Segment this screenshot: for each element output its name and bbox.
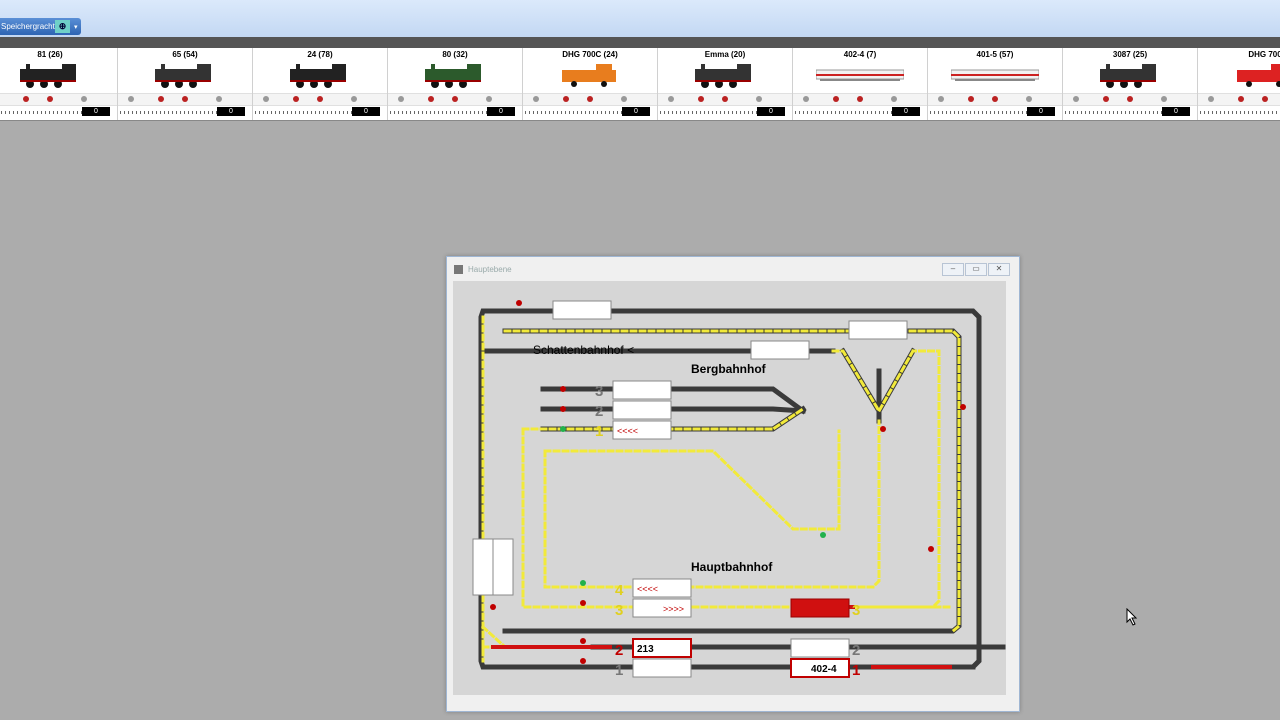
train-block-label: 213: [637, 644, 654, 655]
speed-slider[interactable]: 0: [120, 107, 248, 116]
main-track-number: 4: [615, 582, 624, 599]
loco-card[interactable]: DHG 700C (24) 0: [523, 48, 658, 120]
speed-value: 0: [217, 107, 245, 116]
shadow-station-label: Schattenbahnhof <: [533, 343, 634, 357]
locomotive-icon: [816, 69, 904, 81]
locomotive-icon: [562, 64, 616, 87]
loco-function-row[interactable]: [658, 93, 792, 106]
speed-slider[interactable]: 0: [390, 107, 518, 116]
window-title: Hauptebene: [468, 265, 512, 274]
berg-track-number: 3: [595, 383, 603, 400]
speed-slider[interactable]: 0: [525, 107, 653, 116]
loco-function-row[interactable]: [253, 93, 387, 106]
speed-value: 0: [352, 107, 380, 116]
loco-function-row[interactable]: [0, 93, 117, 106]
loco-card[interactable]: 80 (32) 0: [388, 48, 523, 120]
main-track-number: 3: [615, 602, 623, 619]
locomotive-icon: [290, 64, 346, 88]
loco-name: 65 (54): [172, 50, 198, 59]
speed-slider[interactable]: 0: [930, 107, 1058, 116]
loco-name: 402-4 (7): [843, 50, 877, 59]
locomotive-icon: [20, 64, 76, 88]
speed-value: 0: [622, 107, 650, 116]
loco-card[interactable]: 65 (54) 0: [118, 48, 253, 120]
speed-value: 0: [892, 107, 920, 116]
berg-track-number: 2: [595, 403, 603, 420]
locomotive-icon: [425, 64, 481, 88]
locomotive-bar: 81 (26) 0 65 (54) 0 24 (78) 0 80 (32) 0 DHG 700C…: [0, 48, 1280, 121]
loco-function-row[interactable]: [1198, 93, 1280, 106]
save-button-label: Speichergracht: [1, 22, 55, 31]
close-button[interactable]: ✕: [988, 263, 1010, 276]
track-layout-canvas[interactable]: Schattenbahnhof < Bergbahnhof Hauptbahnh…: [453, 281, 1006, 695]
locomotive-icon: [155, 64, 211, 88]
main-track-number: 3: [852, 602, 860, 619]
loco-card[interactable]: 401-5 (57) 0: [928, 48, 1063, 120]
loco-name: 80 (32): [442, 50, 468, 59]
loco-name: DHG 700C (24): [562, 50, 618, 59]
speed-value: 0: [757, 107, 785, 116]
train-block-label: 402-4: [811, 664, 837, 675]
loco-function-row[interactable]: [388, 93, 522, 106]
loco-name: DHG 700: [1248, 50, 1280, 59]
minimize-button[interactable]: –: [942, 263, 964, 276]
loco-function-row[interactable]: [118, 93, 252, 106]
loco-function-row[interactable]: [1063, 93, 1197, 106]
loco-card[interactable]: 81 (26) 0: [0, 48, 118, 120]
loco-function-row[interactable]: [928, 93, 1062, 106]
speed-icon: ⊕: [55, 20, 70, 33]
main-track-number: 1: [852, 662, 860, 679]
loco-function-row[interactable]: [793, 93, 927, 106]
loco-card[interactable]: 24 (78) 0: [253, 48, 388, 120]
loco-name: 401-5 (57): [976, 50, 1014, 59]
locomotive-icon: [951, 69, 1039, 81]
main-track-number: 2: [852, 642, 860, 659]
maximize-button[interactable]: ▭: [965, 263, 987, 276]
loco-card[interactable]: Emma (20) 0: [658, 48, 793, 120]
speed-slider[interactable]: 0: [660, 107, 788, 116]
route-arrows: <<<<: [637, 584, 658, 594]
speed-value: 0: [487, 107, 515, 116]
berg-track-number: 1: [595, 423, 603, 440]
locomotive-icon: [695, 64, 751, 88]
speed-slider[interactable]: 0: [1065, 107, 1193, 116]
mountain-station-label: Bergbahnhof: [691, 362, 767, 376]
locomotive-icon: [1100, 64, 1156, 88]
loco-name: 3087 (25): [1112, 50, 1148, 59]
loco-name: 24 (78): [307, 50, 333, 59]
speed-slider[interactable]: 0: [795, 107, 923, 116]
route-arrows: >>>>: [663, 604, 684, 614]
speed-slider[interactable]: 0: [0, 107, 113, 116]
speed-value: 0: [82, 107, 110, 116]
loco-function-row[interactable]: [523, 93, 657, 106]
loco-card[interactable]: DHG 700 0: [1198, 48, 1280, 120]
top-toolbar: Speichergracht ⊕ ▾: [0, 0, 1280, 37]
mouse-cursor-icon: [1126, 608, 1138, 626]
save-button[interactable]: Speichergracht ⊕ ▾: [0, 18, 81, 35]
speed-value: 0: [1027, 107, 1055, 116]
app-icon: [454, 265, 463, 274]
window-titlebar[interactable]: Hauptebene – ▭ ✕: [447, 257, 1019, 281]
route-arrows: <<<<: [617, 426, 638, 436]
locomotive-icon: [1237, 64, 1280, 87]
speed-slider[interactable]: 0: [255, 107, 383, 116]
chevron-down-icon[interactable]: ▾: [74, 19, 78, 36]
main-station-label: Hauptbahnhof: [691, 560, 773, 574]
loco-name: 81 (26): [37, 50, 63, 59]
toolbar-separator: [0, 37, 1280, 48]
speed-value: 0: [1162, 107, 1190, 116]
loco-card[interactable]: 3087 (25) 0: [1063, 48, 1198, 120]
main-track-number: 1: [615, 662, 623, 679]
speed-slider[interactable]: 0: [1200, 107, 1280, 116]
loco-card[interactable]: 402-4 (7) 0: [793, 48, 928, 120]
main-track-number: 2: [615, 642, 623, 659]
loco-name: Emma (20): [704, 50, 746, 59]
layout-window: Hauptebene – ▭ ✕ Schattenbahnhof < Bergb…: [446, 256, 1020, 712]
